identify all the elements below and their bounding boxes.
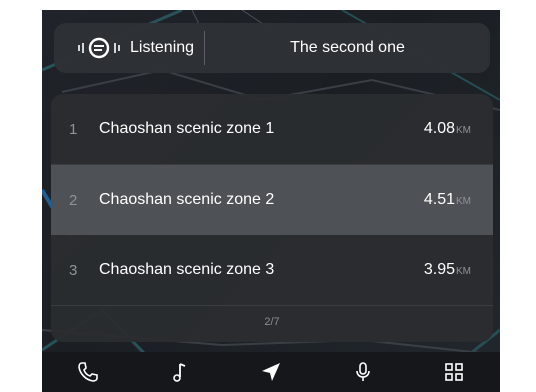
phone-icon <box>77 362 98 382</box>
car-screen: Listening The second one 1 Chaoshan scen… <box>42 10 500 392</box>
row-divider <box>51 305 493 306</box>
bottom-navbar <box>42 352 500 392</box>
voice-status-label: Listening <box>130 39 195 56</box>
result-index: 1 <box>69 120 78 138</box>
result-name: Chaoshan scenic zone 1 <box>99 120 275 137</box>
result-name: Chaoshan scenic zone 3 <box>99 261 275 278</box>
result-distance: 3.95KM <box>423 261 471 278</box>
page-indicator: 2/7 <box>264 316 280 328</box>
search-results-panel: 1 Chaoshan scenic zone 1 4.08KM 2 Chaosh… <box>51 94 493 342</box>
voice-assistant-icon <box>78 37 120 59</box>
navigation-button[interactable] <box>251 352 291 392</box>
music-button[interactable] <box>159 352 199 392</box>
phone-button[interactable] <box>68 352 108 392</box>
result-item-2[interactable]: 2 Chaoshan scenic zone 2 4.51KM <box>51 165 493 235</box>
apps-button[interactable] <box>434 352 474 392</box>
result-item-3[interactable]: 3 Chaoshan scenic zone 3 3.95KM <box>51 235 493 305</box>
apps-grid-icon <box>445 363 463 381</box>
result-index: 2 <box>69 191 78 209</box>
result-distance: 4.08KM <box>423 120 471 137</box>
result-distance: 4.51KM <box>423 191 471 208</box>
voice-query-text: The second one <box>290 39 405 56</box>
voice-assistant-bar: Listening The second one <box>54 23 490 73</box>
microphone-icon <box>355 362 370 381</box>
navigation-icon <box>261 363 280 381</box>
result-item-1[interactable]: 1 Chaoshan scenic zone 1 4.08KM <box>51 94 493 164</box>
music-icon <box>173 363 186 382</box>
microphone-button[interactable] <box>343 352 383 392</box>
result-index: 3 <box>69 261 78 279</box>
result-name: Chaoshan scenic zone 2 <box>99 191 275 208</box>
voice-status-group[interactable]: Listening <box>54 23 204 73</box>
